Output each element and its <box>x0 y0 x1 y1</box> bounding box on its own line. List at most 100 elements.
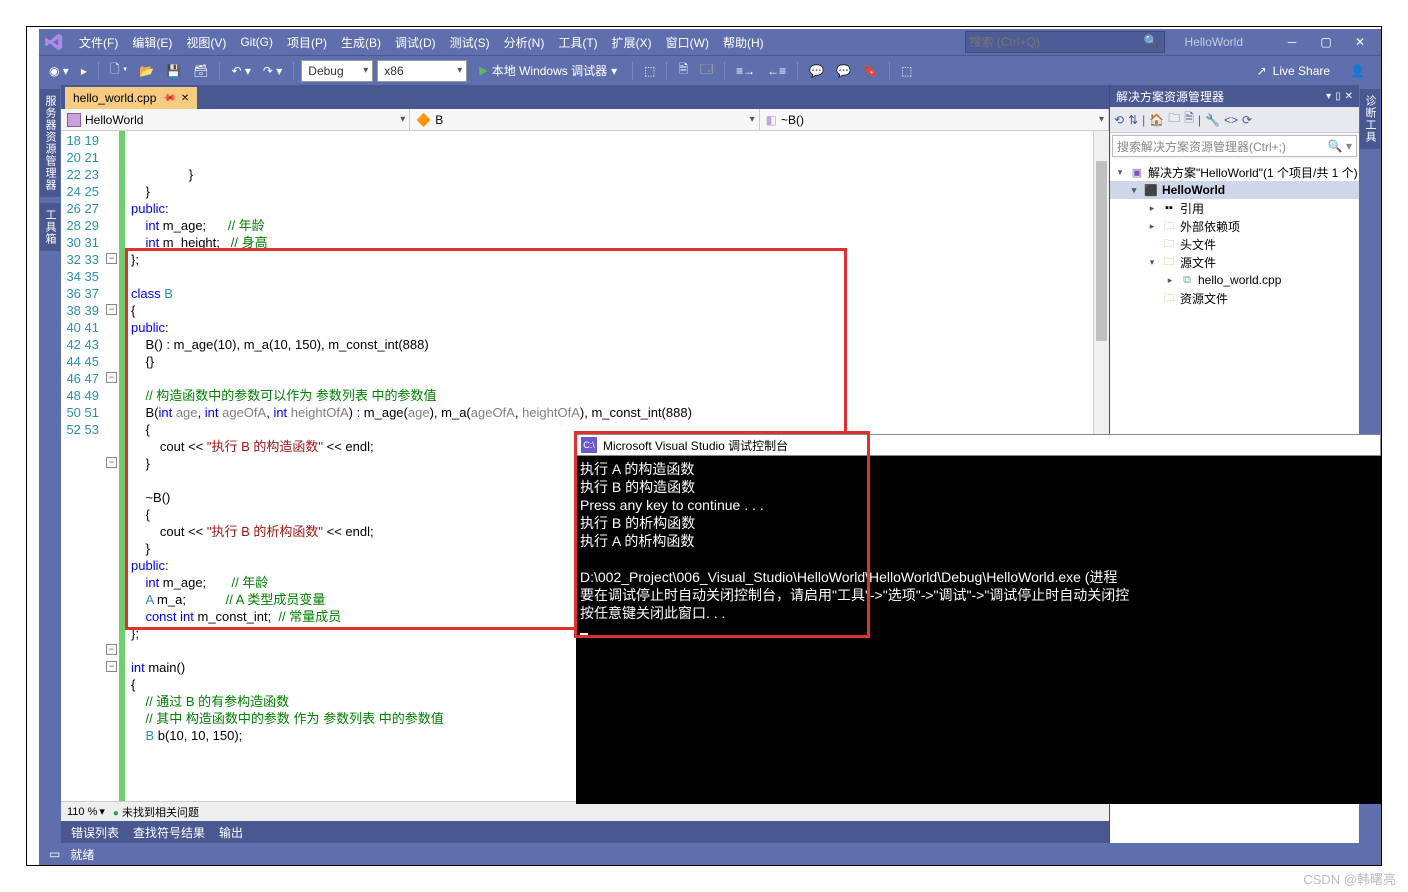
navigation-bar: HelloWorld 🔶B ◧~B() <box>61 109 1109 131</box>
close-tab-icon[interactable]: ✕ <box>181 93 189 104</box>
close-panel-icon[interactable]: ✕ <box>1345 91 1353 102</box>
toolbar: ◉ ▾ ▸ 🗋 ▾ 📂 💾 🗃 ↶ ▾ ↷ ▾ Debug x86 ▶本地 Wi… <box>39 55 1381 85</box>
tb-outdent-icon[interactable]: ←≡ <box>763 62 790 80</box>
zoom-combo[interactable]: 110 % ▾ <box>67 805 105 818</box>
solution-root[interactable]: 解决方案"HelloWorld"(1 个项目/共 1 个) <box>1148 164 1358 181</box>
tab-output[interactable]: 输出 <box>219 824 243 841</box>
menu-build[interactable]: 生成(B) <box>335 31 387 54</box>
console-titlebar[interactable]: C:\ Microsoft Visual Studio 调试控制台 <box>576 434 1381 456</box>
tb-indent-icon[interactable]: ≡→ <box>732 62 759 80</box>
live-share-button[interactable]: ↗ Live Share 👤 <box>1247 64 1375 78</box>
console-title-text: Microsoft Visual Studio 调试控制台 <box>603 437 788 454</box>
search-box[interactable]: 🔍 <box>965 31 1165 53</box>
new-button[interactable]: 🗋 ▾ <box>106 58 131 83</box>
refresh-icon[interactable]: ⟳ <box>1242 113 1252 127</box>
resources-node[interactable]: 资源文件 <box>1180 290 1228 307</box>
view-code-icon[interactable]: <> <box>1224 113 1238 127</box>
tb-icon-3[interactable]: 🗔 <box>696 58 717 83</box>
pin-panel-icon[interactable]: ▯ <box>1335 91 1341 102</box>
save-button[interactable]: 💾 <box>162 62 185 80</box>
solution-toolbar: ⟲ ⇅ | 🏠 🗀 🗎 | 🔧 <> ⟳ <box>1110 107 1359 133</box>
tb-comment-icon[interactable]: 💬 <box>805 62 828 80</box>
solution-search[interactable]: 搜索解决方案资源管理器(Ctrl+;) 🔍 ▾ <box>1112 135 1357 157</box>
console-output: 执行 A 的构造函数 执行 B 的构造函数 Press any key to c… <box>576 456 1381 644</box>
folder-icon: 🗀 <box>1162 219 1176 233</box>
fold-column[interactable]: −−−−−− <box>105 131 119 801</box>
folder-icon: 🗀 <box>1162 255 1176 269</box>
menu-help[interactable]: 帮助(H) <box>717 31 770 54</box>
headers-node[interactable]: 头文件 <box>1180 236 1216 253</box>
minimize-button[interactable]: ─ <box>1275 29 1309 55</box>
dropdown-icon[interactable]: ▾ <box>1326 91 1331 102</box>
properties-icon[interactable]: 🔧 <box>1205 113 1220 127</box>
start-debug-button[interactable]: ▶本地 Windows 调试器 ▾ <box>471 60 625 81</box>
tab-error-list[interactable]: 错误列表 <box>71 824 119 841</box>
search-dropdown-icon[interactable]: 🔍 ▾ <box>1328 139 1352 153</box>
document-filename: hello_world.cpp <box>73 91 156 105</box>
tb-misc-icon[interactable]: ⬚ <box>897 62 916 80</box>
toolbox-tab[interactable]: 工具箱 <box>40 203 60 251</box>
menu-file[interactable]: 文件(F) <box>73 31 124 54</box>
home-icon[interactable]: ⟲ <box>1114 113 1124 127</box>
source-file[interactable]: hello_world.cpp <box>1198 273 1281 287</box>
show-all-icon[interactable]: 🗎 <box>1184 109 1194 130</box>
editor-footer: 110 % ▾ ● 未找到相关问题 <box>61 801 1109 821</box>
menu-project[interactable]: 项目(P) <box>281 31 333 54</box>
watermark: CSDN @韩曙亮 <box>1303 869 1396 888</box>
nav-back-button[interactable]: ◉ ▾ <box>45 62 73 80</box>
config-combo[interactable]: Debug <box>301 60 373 82</box>
tb-icon-1[interactable]: ⬚ <box>640 62 659 80</box>
folder-icon: 🗀 <box>1162 291 1176 305</box>
ext-deps-node[interactable]: 外部依赖项 <box>1180 218 1240 235</box>
line-numbers: 18 19 20 21 22 23 24 25 26 27 28 29 30 3… <box>61 131 105 801</box>
home2-icon[interactable]: 🏠 <box>1149 113 1164 127</box>
menu-test[interactable]: 测试(S) <box>444 31 496 54</box>
redo-button[interactable]: ↷ ▾ <box>259 62 286 80</box>
refs-icon: ▪▪ <box>1162 201 1176 215</box>
tb-icon-2[interactable]: 🗎 <box>674 58 692 83</box>
menu-edit[interactable]: 编辑(E) <box>126 31 178 54</box>
collapse-icon[interactable]: 🗀 <box>1168 109 1180 130</box>
refs-node[interactable]: 引用 <box>1180 200 1204 217</box>
menu-extensions[interactable]: 扩展(X) <box>606 31 658 54</box>
search-input[interactable] <box>970 35 1144 49</box>
scrollbar-thumb[interactable] <box>1096 161 1107 341</box>
nav-class-combo[interactable]: 🔶B <box>410 109 759 130</box>
menu-analyze[interactable]: 分析(N) <box>498 31 551 54</box>
server-explorer-tab[interactable]: 服务器资源管理器 <box>40 89 60 197</box>
nav-fwd-button[interactable]: ▸ <box>77 62 91 80</box>
admin-icon: 👤 <box>1350 64 1365 78</box>
sync-icon[interactable]: ⇅ <box>1128 113 1138 127</box>
tab-find-symbols[interactable]: 查找符号结果 <box>133 824 205 841</box>
console-app-icon: C:\ <box>581 437 597 453</box>
maximize-button[interactable]: ▢ <box>1309 29 1343 55</box>
diagnostics-tab[interactable]: 诊断工具 <box>1360 89 1380 149</box>
sources-node[interactable]: 源文件 <box>1180 254 1216 271</box>
menu-debug[interactable]: 调试(D) <box>389 31 442 54</box>
open-button[interactable]: 📂 <box>135 62 158 80</box>
debug-console-window[interactable]: C:\ Microsoft Visual Studio 调试控制台 执行 A 的… <box>576 434 1381 804</box>
tb-bookmark-icon[interactable]: 🔖 <box>859 62 882 80</box>
menu-window[interactable]: 窗口(W) <box>660 31 715 54</box>
nav-member-combo[interactable]: ◧~B() <box>760 109 1109 130</box>
menu-tools[interactable]: 工具(T) <box>552 31 603 54</box>
close-button[interactable]: ✕ <box>1343 29 1377 55</box>
save-all-button[interactable]: 🗃 <box>189 62 212 80</box>
platform-combo[interactable]: x86 <box>377 60 467 82</box>
menu-git[interactable]: Git(G) <box>234 32 279 52</box>
left-sidebar: 服务器资源管理器 工具箱 <box>39 85 61 843</box>
document-tabs: hello_world.cpp 📌 ✕ <box>61 85 1109 109</box>
window-controls: ─ ▢ ✕ <box>1275 29 1377 55</box>
menu-view[interactable]: 视图(V) <box>180 31 232 54</box>
solution-name-label: HelloWorld <box>1179 35 1273 49</box>
vs-window: 文件(F) 编辑(E) 视图(V) Git(G) 项目(P) 生成(B) 调试(… <box>39 29 1381 865</box>
menu-bar: 文件(F) 编辑(E) 视图(V) Git(G) 项目(P) 生成(B) 调试(… <box>39 29 1381 55</box>
undo-button[interactable]: ↶ ▾ <box>227 62 254 80</box>
tb-uncomment-icon[interactable]: 💬 <box>832 62 855 80</box>
pin-icon[interactable]: 📌 <box>160 90 177 107</box>
project-node[interactable]: HelloWorld <box>1162 183 1225 197</box>
nav-project-combo[interactable]: HelloWorld <box>61 109 410 130</box>
vs-logo-icon <box>43 31 65 53</box>
no-issues-indicator[interactable]: ● 未找到相关问题 <box>113 804 199 820</box>
active-document-tab[interactable]: hello_world.cpp 📌 ✕ <box>65 87 197 109</box>
